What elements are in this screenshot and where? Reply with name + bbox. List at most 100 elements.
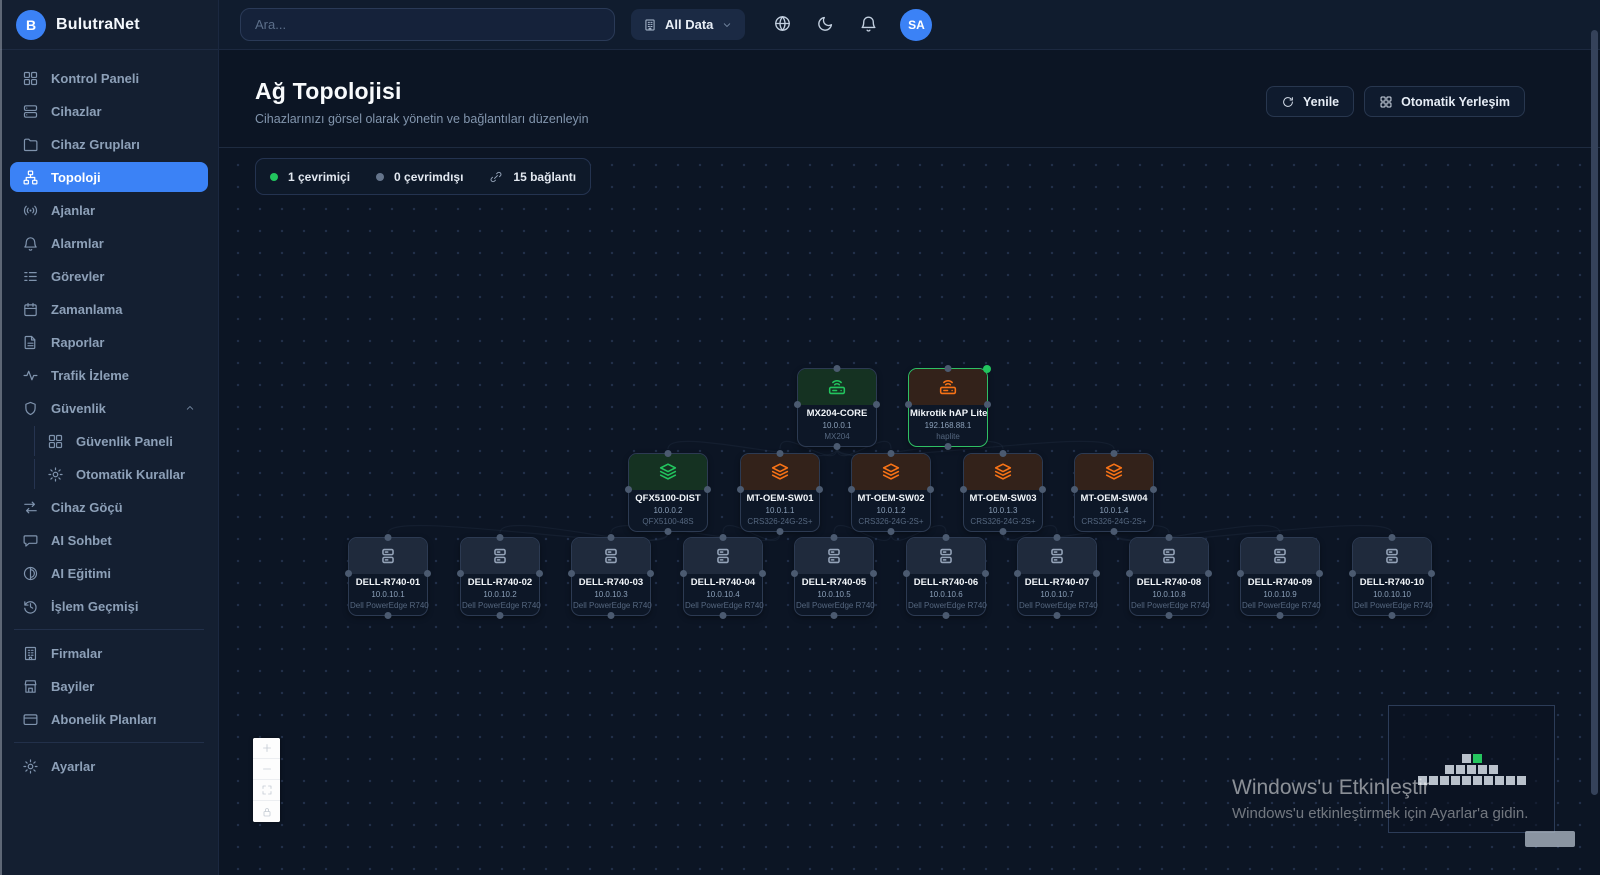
connection-handle[interactable] (1165, 612, 1173, 619)
connection-handle[interactable] (816, 486, 823, 493)
vertical-scrollbar[interactable] (1591, 30, 1598, 795)
topology-node-dell-r740-09[interactable]: DELL-R740-09 10.0.10.9 Dell PowerEdge R740 (1237, 534, 1323, 619)
connection-handle[interactable] (830, 612, 838, 619)
connection-handle[interactable] (607, 612, 615, 619)
auto-layout-button[interactable]: Otomatik Yerleşim (1364, 86, 1525, 117)
connection-handle[interactable] (873, 401, 880, 408)
connection-handle[interactable] (794, 401, 801, 408)
connection-handle[interactable] (1388, 534, 1396, 541)
topology-node-mt-oem-sw04[interactable]: MT-OEM-SW04 10.0.1.4 CRS326-24G-2S+ (1071, 450, 1157, 535)
connection-handle[interactable] (704, 486, 711, 493)
zoom-in-button[interactable] (253, 738, 280, 759)
connection-handle[interactable] (719, 612, 727, 619)
connection-handle[interactable] (905, 401, 912, 408)
connection-handle[interactable] (424, 570, 431, 577)
connection-handle[interactable] (791, 570, 798, 577)
topology-node-dell-r740-06[interactable]: DELL-R740-06 10.0.10.6 Dell PowerEdge R740 (903, 534, 989, 619)
connection-handle[interactable] (848, 486, 855, 493)
connection-handle[interactable] (1014, 570, 1021, 577)
connection-handle[interactable] (1428, 570, 1435, 577)
connection-handle[interactable] (345, 570, 352, 577)
connection-handle[interactable] (903, 570, 910, 577)
lock-button[interactable] (253, 801, 280, 822)
connection-handle[interactable] (833, 443, 841, 450)
connection-handle[interactable] (384, 612, 392, 619)
connection-handle[interactable] (927, 486, 934, 493)
connection-handle[interactable] (664, 528, 672, 535)
sidebar-item-cihaz-gruplari[interactable]: Cihaz Grupları (10, 129, 208, 159)
connection-handle[interactable] (999, 528, 1007, 535)
connection-handle[interactable] (944, 365, 952, 372)
sidebar-item-raporlar[interactable]: Raporlar (10, 327, 208, 357)
brand[interactable]: B BulutraNet (0, 0, 218, 50)
connection-handle[interactable] (625, 486, 632, 493)
connection-handle[interactable] (496, 612, 504, 619)
connection-handle[interactable] (1388, 612, 1396, 619)
connection-handle[interactable] (1039, 486, 1046, 493)
topology-node-mt-oem-sw01[interactable]: MT-OEM-SW01 10.0.1.1 CRS326-24G-2S+ (737, 450, 823, 535)
connection-handle[interactable] (776, 528, 784, 535)
connection-handle[interactable] (870, 570, 877, 577)
search-input[interactable] (240, 8, 615, 41)
connection-handle[interactable] (1205, 570, 1212, 577)
sidebar-item-bayiler[interactable]: Bayiler (10, 671, 208, 701)
minimap[interactable] (1388, 705, 1555, 833)
language-button[interactable] (773, 14, 792, 36)
topology-node-mikrotik-hap-lite[interactable]: Mikrotik hAP Lite 192.168.88.1 haplite (905, 365, 991, 450)
connection-handle[interactable] (536, 570, 543, 577)
connection-handle[interactable] (737, 486, 744, 493)
sidebar-item-gorevler[interactable]: Görevler (10, 261, 208, 291)
sidebar-item-ayarlar[interactable]: Ayarlar (10, 751, 208, 781)
connection-handle[interactable] (384, 534, 392, 541)
connection-handle[interactable] (647, 570, 654, 577)
connection-handle[interactable] (944, 443, 952, 450)
connection-handle[interactable] (830, 534, 838, 541)
topology-node-qfx5100-dist[interactable]: QFX5100-DIST 10.0.0.2 QFX5100-48S (625, 450, 711, 535)
connection-handle[interactable] (887, 450, 895, 457)
connection-handle[interactable] (1053, 612, 1061, 619)
connection-handle[interactable] (999, 450, 1007, 457)
notifications-button[interactable] (859, 14, 878, 36)
connection-handle[interactable] (887, 528, 895, 535)
sidebar-item-abonelik-planlari[interactable]: Abonelik Planları (10, 704, 208, 734)
connection-handle[interactable] (833, 365, 841, 372)
topology-node-dell-r740-08[interactable]: DELL-R740-08 10.0.10.8 Dell PowerEdge R740 (1126, 534, 1212, 619)
connection-handle[interactable] (664, 450, 672, 457)
topology-node-dell-r740-10[interactable]: DELL-R740-10 10.0.10.10 Dell PowerEdge R74… (1349, 534, 1435, 619)
fit-view-button[interactable] (253, 780, 280, 801)
topology-node-dell-r740-05[interactable]: DELL-R740-05 10.0.10.5 Dell PowerEdge R740 (791, 534, 877, 619)
sidebar-item-trafik-i-zleme[interactable]: Trafik İzleme (10, 360, 208, 390)
sidebar-item-topoloji[interactable]: Topoloji (10, 162, 208, 192)
connection-handle[interactable] (960, 486, 967, 493)
sidebar-item-firmalar[interactable]: Firmalar (10, 638, 208, 668)
connection-handle[interactable] (759, 570, 766, 577)
connection-handle[interactable] (942, 612, 950, 619)
sidebar-item-ai-egitimi[interactable]: AI Eğitimi (10, 558, 208, 588)
topology-node-mt-oem-sw03[interactable]: MT-OEM-SW03 10.0.1.3 CRS326-24G-2S+ (960, 450, 1046, 535)
sidebar-item-ai-sohbet[interactable]: AI Sohbet (10, 525, 208, 555)
connection-handle[interactable] (942, 534, 950, 541)
connection-handle[interactable] (1349, 570, 1356, 577)
connection-handle[interactable] (680, 570, 687, 577)
connection-handle[interactable] (1110, 450, 1118, 457)
theme-toggle-button[interactable] (816, 14, 835, 36)
sidebar-item-kontrol-paneli[interactable]: Kontrol Paneli (10, 63, 208, 93)
connection-handle[interactable] (1276, 534, 1284, 541)
refresh-button[interactable]: Yenile (1266, 86, 1355, 117)
topology-node-mx204-core[interactable]: MX204-CORE 10.0.0.1 MX204 (794, 365, 880, 450)
sidebar-item-otomatik-kurallar[interactable]: Otomatik Kurallar (34, 459, 208, 489)
sidebar-item-alarmlar[interactable]: Alarmlar (10, 228, 208, 258)
sidebar-item-cihaz-gocu[interactable]: Cihaz Göçü (10, 492, 208, 522)
connection-handle[interactable] (719, 534, 727, 541)
sidebar-item-zamanlama[interactable]: Zamanlama (10, 294, 208, 324)
connection-handle[interactable] (496, 534, 504, 541)
topology-node-dell-r740-03[interactable]: DELL-R740-03 10.0.10.3 Dell PowerEdge R740 (568, 534, 654, 619)
connection-handle[interactable] (1126, 570, 1133, 577)
connection-handle[interactable] (984, 401, 991, 408)
connection-handle[interactable] (1053, 534, 1061, 541)
topology-node-dell-r740-01[interactable]: DELL-R740-01 10.0.10.1 Dell PowerEdge R740 (345, 534, 431, 619)
topology-node-dell-r740-07[interactable]: DELL-R740-07 10.0.10.7 Dell PowerEdge R740 (1014, 534, 1100, 619)
connection-handle[interactable] (1237, 570, 1244, 577)
connection-handle[interactable] (1316, 570, 1323, 577)
sidebar-item-cihazlar[interactable]: Cihazlar (10, 96, 208, 126)
